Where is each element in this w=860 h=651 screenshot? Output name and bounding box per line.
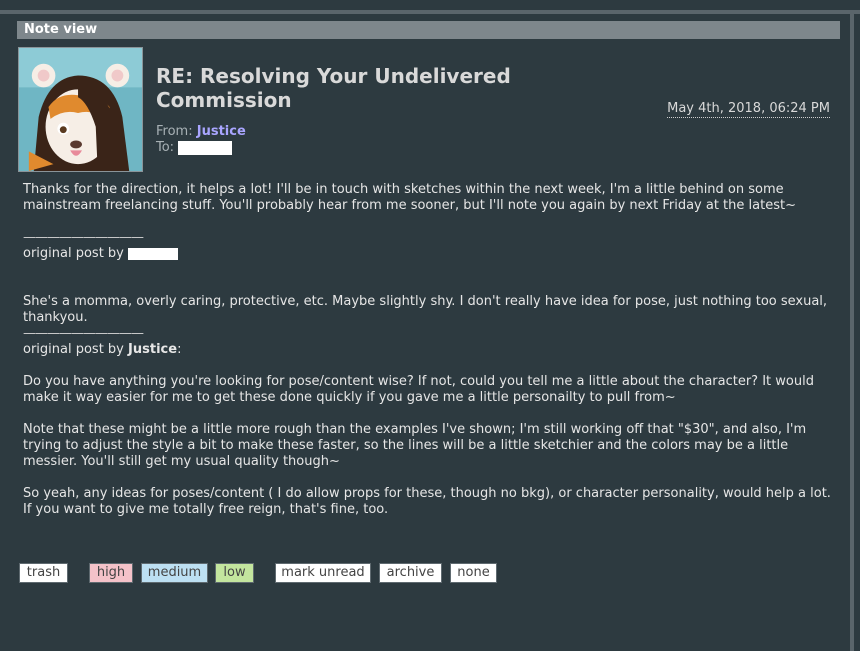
quoted-message-2: Do you have anything you're looking for … xyxy=(23,374,814,405)
reply-text: Thanks for the direction, it helps a lot… xyxy=(23,182,796,213)
note-body: Thanks for the direction, it helps a lot… xyxy=(23,182,835,518)
original-post-user: Justice xyxy=(128,342,178,357)
from-user-link[interactable]: Justice xyxy=(197,124,246,139)
from-row: From: Justice xyxy=(156,124,246,139)
priority-medium-button[interactable]: medium xyxy=(141,563,208,583)
from-label: From: xyxy=(156,124,193,139)
original-post-colon: : xyxy=(177,342,182,357)
section-header: Note view xyxy=(17,21,840,39)
original-post-header-1: original post by xyxy=(23,246,835,262)
original-post-header-2: original post by Justice: xyxy=(23,342,835,358)
quoted-message-4: So yeah, any ideas for poses/content ( I… xyxy=(23,486,831,517)
trash-button[interactable]: trash xyxy=(19,563,68,583)
priority-low-button[interactable]: low xyxy=(215,563,254,583)
note-date: May 4th, 2018, 06:24 PM xyxy=(667,101,830,118)
quoted-message-3: Note that these might be a little more r… xyxy=(23,422,807,469)
redacted-recipient xyxy=(178,140,233,155)
window-right-border xyxy=(850,10,854,651)
priority-high-button[interactable]: high xyxy=(89,563,133,583)
quote-divider-2: —————————— xyxy=(23,326,144,341)
note-title-line1: RE: Resolving Your Undelivered xyxy=(156,64,511,88)
quoted-message-1: She's a momma, overly caring, protective… xyxy=(23,294,828,325)
sender-avatar[interactable] xyxy=(18,47,143,172)
avatar-image xyxy=(19,48,142,171)
note-title-line2: Commission xyxy=(156,88,292,112)
mark-unread-button[interactable]: mark unread xyxy=(275,563,371,583)
redacted-username xyxy=(128,247,179,260)
to-label: To: xyxy=(156,140,175,155)
note-title: RE: Resolving Your Undelivered Commissio… xyxy=(156,64,596,112)
none-button[interactable]: none xyxy=(450,563,497,583)
to-row: To: xyxy=(156,140,233,155)
original-post-label-1: original post by xyxy=(23,246,124,261)
archive-button[interactable]: archive xyxy=(379,563,442,583)
original-post-label-2: original post by xyxy=(23,342,124,357)
quote-divider-1: —————————— xyxy=(23,230,144,245)
